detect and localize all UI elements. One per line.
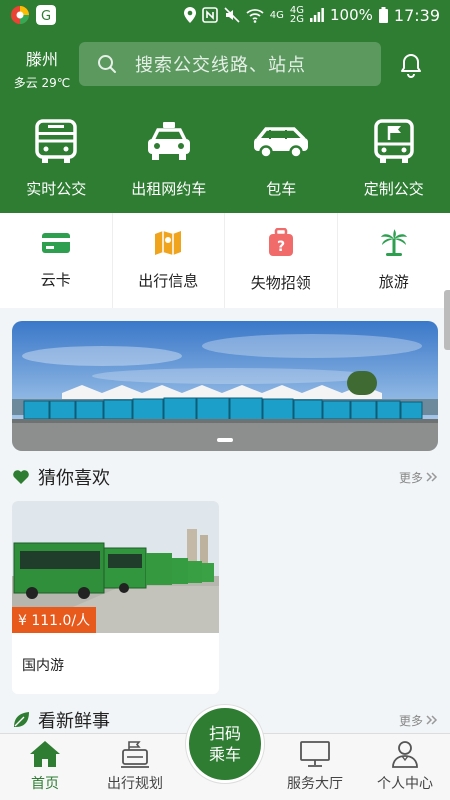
product-card[interactable]: ¥ 111.0/人 国内游 xyxy=(12,501,219,694)
svg-text:?: ? xyxy=(277,239,285,255)
scan-label-line1: 扫码 xyxy=(208,724,241,743)
nfc-icon xyxy=(201,7,218,23)
signal-icon xyxy=(310,8,324,22)
nav-label: 云卡 xyxy=(40,271,71,289)
nav-label: 旅游 xyxy=(378,273,409,291)
price-tag: ¥ 111.0/人 xyxy=(12,607,97,633)
app-notification-icon: G xyxy=(36,5,56,25)
tab-home[interactable]: 首页 xyxy=(0,734,90,800)
nav-taxi[interactable]: 出租网约车 xyxy=(113,118,226,199)
tab-route-plan[interactable]: 出行规划 xyxy=(90,734,180,800)
tab-profile[interactable]: 个人中心 xyxy=(360,734,450,800)
carousel-indicator[interactable] xyxy=(217,438,233,442)
nav-cloud-card[interactable]: 云卡 xyxy=(0,213,113,308)
heart-icon xyxy=(13,470,29,484)
custom-bus-icon xyxy=(374,119,414,163)
nav-charter[interactable]: 包车 xyxy=(225,118,338,199)
double-chevron-right-icon xyxy=(426,472,438,482)
app-header: 滕州 多云 29℃ 搜索公交线路、站点 实时公交 出租网约车 包车 定制公交 xyxy=(0,30,450,213)
mute-icon xyxy=(224,7,240,23)
double-chevron-right-icon xyxy=(426,715,438,725)
tab-label: 出行规划 xyxy=(107,776,163,792)
nav-label: 出租网约车 xyxy=(131,180,207,198)
service-hall-icon xyxy=(300,741,330,767)
card-icon xyxy=(41,233,70,253)
scan-to-ride-button[interactable]: 扫码 乘车 xyxy=(186,705,264,783)
wifi-icon xyxy=(246,9,264,23)
network-type: 4G xyxy=(269,9,284,21)
nav-realtime-bus[interactable]: 实时公交 xyxy=(0,118,113,199)
section-title: 猜你喜欢 xyxy=(38,468,110,489)
battery-percent: 100% xyxy=(330,6,373,24)
city-name: 滕州 xyxy=(25,50,58,69)
nav-label: 出行信息 xyxy=(138,272,199,290)
location-icon xyxy=(183,7,196,23)
bus-icon xyxy=(35,119,77,163)
section-header-guess: 猜你喜欢 更多 xyxy=(12,464,438,490)
clock: 17:39 xyxy=(393,5,440,25)
tab-label: 服务大厅 xyxy=(287,776,343,792)
tab-label: 首页 xyxy=(31,776,59,792)
tab-service-hall[interactable]: 服务大厅 xyxy=(270,734,360,800)
svg-text:G: G xyxy=(41,9,51,24)
car-icon xyxy=(254,127,309,159)
search-input[interactable]: 搜索公交线路、站点 xyxy=(135,51,306,77)
route-plan-icon xyxy=(121,741,149,768)
weather-widget[interactable]: 滕州 多云 29℃ xyxy=(12,46,72,91)
tab-label: 个人中心 xyxy=(377,776,433,792)
promo-banner[interactable] xyxy=(12,321,438,451)
section-title: 看新鲜事 xyxy=(38,711,110,732)
secondary-nav: 云卡 出行信息 ? 失物招领 旅游 xyxy=(0,213,450,308)
profile-icon xyxy=(392,741,418,768)
search-icon xyxy=(98,55,116,73)
map-icon xyxy=(155,231,182,255)
app-notification-icon xyxy=(11,6,29,24)
home-icon xyxy=(30,741,60,767)
palm-icon xyxy=(380,229,407,256)
edge-panel-handle[interactable] xyxy=(444,290,450,350)
more-link[interactable]: 更多 xyxy=(399,469,438,486)
bell-icon[interactable] xyxy=(398,52,424,78)
nav-label: 实时公交 xyxy=(26,180,87,198)
main-service-nav: 实时公交 出租网约车 包车 定制公交 xyxy=(0,118,450,199)
status-bar: G 4G 4G 2G 100% 17:39 xyxy=(0,0,450,30)
nav-label: 定制公交 xyxy=(363,180,424,198)
nav-lost-found[interactable]: ? 失物招领 xyxy=(225,213,338,308)
more-link[interactable]: 更多 xyxy=(399,712,438,729)
luggage-icon: ? xyxy=(268,228,293,256)
banner-image xyxy=(12,321,438,451)
nav-travel-info[interactable]: 出行信息 xyxy=(113,213,225,308)
nav-custom-bus[interactable]: 定制公交 xyxy=(338,118,450,199)
battery-icon xyxy=(378,7,388,23)
nav-label: 包车 xyxy=(266,180,297,198)
nav-tourism[interactable]: 旅游 xyxy=(338,213,450,308)
card-image: ¥ 111.0/人 xyxy=(12,501,219,633)
weather-condition: 多云 29℃ xyxy=(13,76,71,90)
nav-label: 失物招领 xyxy=(250,274,311,292)
leaf-icon xyxy=(14,712,29,727)
network-type-secondary: 4G 2G xyxy=(289,5,304,25)
search-bar[interactable]: 搜索公交线路、站点 xyxy=(79,42,381,86)
card-title: 国内游 xyxy=(22,658,64,674)
scan-label-line2: 乘车 xyxy=(208,745,241,764)
taxi-icon xyxy=(147,122,190,160)
